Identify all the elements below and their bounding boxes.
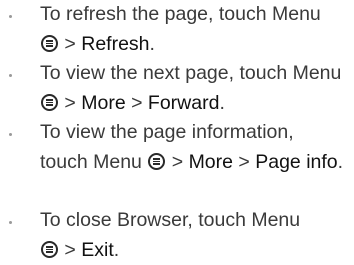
menu-icon (41, 240, 58, 258)
menu-icon (41, 93, 58, 111)
instruction-text: To view the next page, touch Menu (40, 62, 342, 84)
period: . (149, 32, 155, 55)
period: . (337, 150, 344, 173)
list-item: To close Browser, touch Menu > Exit. (0, 206, 354, 261)
menu-option-forward: Forward (147, 91, 220, 114)
menu-option-page-info: Page info (255, 150, 338, 173)
separator: > (59, 238, 82, 261)
instruction-text: To refresh the page, touch Menu (40, 3, 321, 25)
menu-option-exit: Exit (81, 238, 114, 261)
menu-option-more: More (81, 91, 126, 114)
list-item: To view the page information, touch Menu… (0, 118, 354, 206)
separator: > (59, 32, 82, 55)
instruction-page: To refresh the page, touch Menu > Refres… (0, 0, 354, 261)
menu-icon (148, 152, 166, 170)
period: . (113, 238, 120, 261)
separator: > (233, 150, 256, 173)
instruction-text: To close Browser, touch Menu (40, 209, 301, 231)
list-item: To refresh the page, touch Menu > Refres… (0, 0, 354, 59)
separator: > (59, 91, 82, 114)
bullet-icon (9, 133, 12, 136)
instruction-list: To refresh the page, touch Menu > Refres… (0, 0, 354, 261)
bullet-icon (9, 15, 12, 18)
menu-option-more: More (188, 150, 233, 173)
separator: > (125, 91, 148, 114)
bullet-icon (9, 221, 12, 224)
menu-option-refresh: Refresh (81, 32, 150, 55)
bullet-icon (9, 74, 12, 77)
period: . (219, 91, 225, 114)
list-item: To view the next page, touch Menu > More… (0, 59, 354, 118)
separator: > (166, 150, 189, 173)
menu-icon (41, 34, 58, 52)
